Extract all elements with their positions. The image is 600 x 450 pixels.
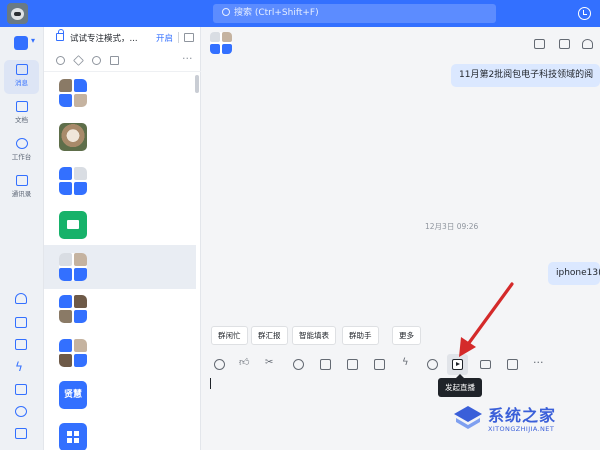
mail-icon[interactable]	[15, 384, 27, 395]
emoji-icon[interactable]	[214, 359, 225, 370]
focus-mode-open-link[interactable]: 开启	[156, 32, 173, 44]
message-bubble[interactable]: iphone13(	[548, 262, 600, 285]
clipboard-icon[interactable]	[15, 428, 27, 439]
group-avatar	[59, 79, 87, 107]
tool-tab[interactable]: 群汇报	[251, 326, 288, 345]
calendar-icon[interactable]	[347, 359, 358, 370]
list-item[interactable]	[44, 75, 196, 119]
focus-mode-bar: 试试专注模式，... 开启	[44, 27, 201, 50]
rail-item-label: 消息	[15, 79, 28, 87]
apps-menu-icon[interactable]	[14, 36, 35, 50]
more-icon[interactable]: ···	[182, 52, 193, 65]
text-avatar: 贤慧	[59, 381, 87, 409]
list-item[interactable]: 贤慧	[44, 377, 196, 421]
conversation-list: 试试专注模式，... 开启 ··· 贤慧	[44, 27, 201, 450]
rail-item-contacts[interactable]: 通讯录	[4, 171, 39, 205]
video-icon[interactable]	[534, 39, 545, 49]
cloud-icon[interactable]	[15, 293, 27, 304]
history-icon[interactable]	[578, 7, 591, 20]
input-toolbar: 👍︎ ✂ ϟ ···	[201, 353, 600, 377]
watermark: 系统之家 XITONGZHIJIA.NET	[450, 398, 596, 444]
divider	[178, 32, 179, 43]
mail-icon[interactable]	[480, 360, 491, 369]
doc-icon[interactable]	[110, 56, 119, 65]
title-bar: 搜索 (Ctrl+Shift+F)	[0, 0, 600, 27]
todo-icon[interactable]	[15, 339, 27, 350]
todo-icon[interactable]	[374, 359, 385, 370]
user-avatar[interactable]	[7, 3, 28, 24]
group-avatar[interactable]	[210, 32, 232, 54]
clock-icon[interactable]	[92, 56, 101, 65]
list-item[interactable]	[44, 419, 196, 450]
text-cursor[interactable]	[210, 378, 211, 389]
tool-tab[interactable]: 更多	[392, 326, 421, 345]
star-icon[interactable]	[73, 55, 84, 66]
flash-icon[interactable]: ϟ	[402, 357, 409, 368]
lock-icon	[56, 29, 64, 41]
focus-mode-label: 试试专注模式，...	[70, 34, 138, 44]
rail-item-label: 工作台	[11, 153, 32, 161]
thumbs-up-icon[interactable]: 👍︎	[239, 357, 249, 368]
watermark-subtitle: XITONGZHIJIA.NET	[488, 425, 555, 433]
phone-icon[interactable]	[427, 359, 438, 370]
tool-tab[interactable]: 智能填表	[292, 326, 336, 345]
search-icon	[222, 8, 230, 16]
sidebar-toggle-icon[interactable]	[184, 33, 194, 42]
list-item-active[interactable]	[44, 245, 196, 289]
rail-item-messages[interactable]: 消息	[4, 60, 39, 94]
at-icon[interactable]	[293, 359, 304, 370]
phone-icon[interactable]	[15, 406, 27, 417]
filter-row: ···	[44, 50, 201, 72]
workbench-icon	[15, 138, 28, 149]
calendar-icon[interactable]	[15, 317, 27, 328]
group-avatar	[59, 339, 87, 367]
rail-item-label: 文档	[15, 116, 28, 124]
tool-tab[interactable]: 群助手	[342, 326, 379, 345]
rail-item-workbench[interactable]: 工作台	[4, 134, 39, 168]
group-avatar	[59, 253, 87, 281]
task-icon[interactable]	[559, 39, 570, 49]
screen-share-icon[interactable]	[507, 359, 518, 370]
chat-panel: 11月第2批阅包电子科技领域的阅 12月3日 09:26 iphone13( 群…	[201, 27, 600, 450]
list-item[interactable]	[44, 119, 196, 163]
tooltip: 发起直播	[438, 374, 482, 397]
dog-avatar	[59, 123, 87, 151]
list-item[interactable]	[44, 163, 196, 207]
rail-item-docs[interactable]: 文档	[4, 97, 39, 131]
doc-icon	[15, 101, 28, 112]
contacts-icon	[15, 175, 28, 186]
scissors-icon[interactable]: ✂	[265, 357, 273, 368]
search-placeholder: 搜索 (Ctrl+Shift+F)	[234, 8, 319, 18]
watermark-title: 系统之家	[488, 406, 557, 425]
list-item[interactable]	[44, 335, 196, 379]
tool-tab[interactable]: 群闲忙	[211, 326, 248, 345]
folder-avatar	[59, 211, 87, 239]
message-timestamp: 12月3日 09:26	[425, 222, 479, 231]
group-avatar	[59, 167, 87, 195]
group-avatar	[59, 295, 87, 323]
chat-header	[201, 27, 600, 59]
message-bubble[interactable]: 11月第2批阅包电子科技领域的阅	[451, 64, 600, 87]
message-icon	[15, 64, 28, 75]
list-item[interactable]	[44, 291, 196, 335]
at-icon[interactable]	[56, 56, 65, 65]
apps-avatar	[59, 423, 87, 450]
more-icon[interactable]: ···	[533, 357, 544, 368]
add-folder-icon[interactable]	[320, 359, 331, 370]
pin-icon[interactable]	[582, 39, 593, 49]
search-input[interactable]: 搜索 (Ctrl+Shift+F)	[213, 4, 496, 23]
watermark-logo	[454, 406, 482, 429]
left-rail: 消息 文档 工作台 通讯录 ϟ	[0, 27, 44, 450]
rail-item-label: 通讯录	[11, 190, 32, 198]
flash-icon[interactable]: ϟ	[15, 361, 27, 373]
live-stream-icon[interactable]	[452, 359, 463, 370]
